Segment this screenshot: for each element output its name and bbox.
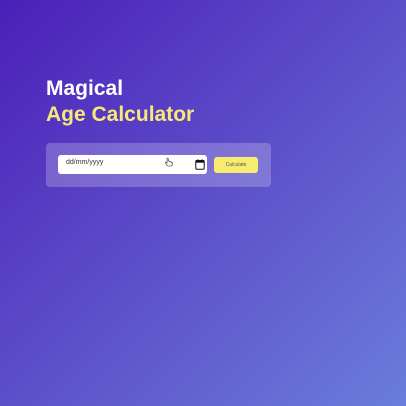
title-line-age-calculator: Age Calculator [46,103,195,126]
birthdate-placeholder: dd/mm/yyyy [66,159,104,166]
age-form-card: dd/mm/yyyy Calculate [46,143,271,187]
birthdate-input[interactable]: dd/mm/yyyy [58,155,207,174]
title-line-magical: Magical [46,77,124,100]
page-title: Magical Age Calculator [46,76,194,128]
cursor-icon [165,157,173,167]
page-background: { "title": { "line1": "Magical", "line2"… [0,0,406,406]
calendar-icon[interactable] [195,159,205,170]
calculate-button[interactable]: Calculate [214,157,258,173]
